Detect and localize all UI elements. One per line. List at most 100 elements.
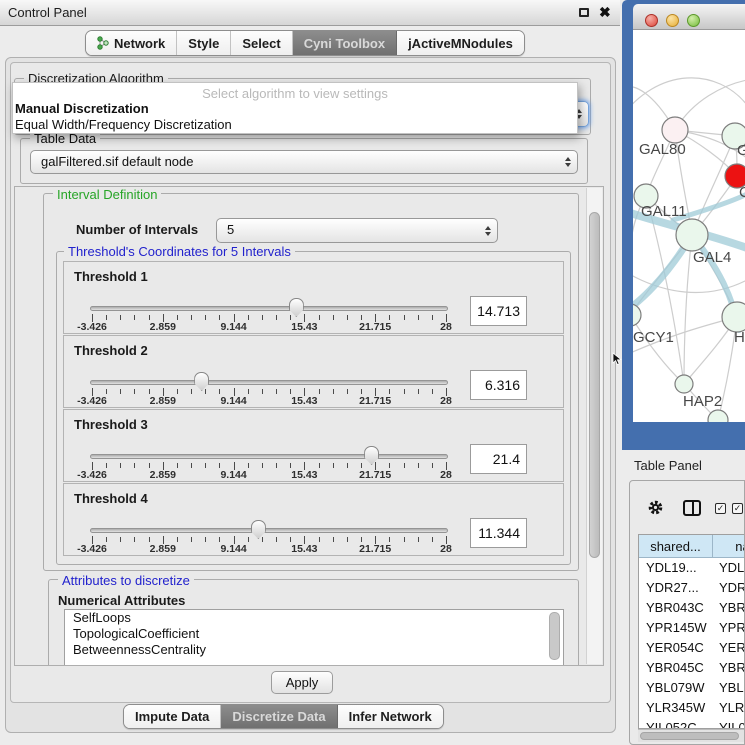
combo-stepper-icon xyxy=(485,226,491,236)
minor-tick xyxy=(134,315,135,320)
bottom-tab-impute-data[interactable]: Impute Data xyxy=(124,705,221,728)
node-hap2[interactable] xyxy=(675,375,693,393)
minor-tick xyxy=(290,315,291,320)
threshold-value-field[interactable]: 6.316 xyxy=(470,370,527,400)
table-row[interactable]: YIL052CYIL0 xyxy=(639,718,745,729)
zoom-traffic-light-icon[interactable] xyxy=(687,14,700,27)
minor-tick xyxy=(432,315,433,320)
vertical-scrollbar-track[interactable] xyxy=(586,188,602,664)
table-data-combobox[interactable]: galFiltered.sif default node xyxy=(30,150,578,174)
table-row[interactable]: YDR27...YDR2 xyxy=(639,578,745,598)
threshold-value-field[interactable]: 21.4 xyxy=(470,444,527,474)
minor-tick xyxy=(432,463,433,468)
minor-tick xyxy=(262,315,263,320)
table-data-selected-value: galFiltered.sif default node xyxy=(41,151,193,173)
table-row[interactable]: YDL19...YDL1 xyxy=(639,558,745,578)
algorithm-popup-hint: Select algorithm to view settings xyxy=(13,83,577,101)
horizontal-scrollbar-thumb[interactable] xyxy=(640,732,739,740)
tick-label: 2.859 xyxy=(150,469,176,481)
close-icon[interactable]: ✖ xyxy=(599,4,611,21)
minor-tick xyxy=(120,315,121,320)
threshold-slider-handle[interactable] xyxy=(251,520,266,539)
threshold-slider-track[interactable] xyxy=(90,306,448,311)
minor-tick xyxy=(149,537,150,542)
threshold-value-field[interactable]: 11.344 xyxy=(470,518,527,548)
attribute-item-topologicalcoefficient[interactable]: TopologicalCoefficient xyxy=(65,626,563,642)
table-row[interactable]: YBL079WYBL0 xyxy=(639,678,745,698)
table-row[interactable]: YBR043CYBR0 xyxy=(639,598,745,618)
column-header-shared[interactable]: shared... xyxy=(639,535,713,558)
cell-shared-name: YER054C xyxy=(639,638,713,658)
minor-tick xyxy=(418,537,419,542)
threshold-label: Threshold 4 xyxy=(74,491,148,506)
columns-icon[interactable] xyxy=(683,500,701,516)
minor-tick xyxy=(205,389,206,394)
minimize-traffic-light-icon[interactable] xyxy=(666,14,679,27)
cell-shared-name: YPR145W xyxy=(639,618,713,638)
attribute-item-betweennesscentrality[interactable]: BetweennessCentrality xyxy=(65,642,563,658)
algorithm-option-equal-width-frequency-discretization[interactable]: Equal Width/Frequency Discretization xyxy=(13,117,577,133)
minor-tick xyxy=(333,463,334,468)
node-gal4[interactable] xyxy=(676,219,708,251)
tick-label: 2.859 xyxy=(150,321,176,333)
node-bottom[interactable] xyxy=(708,410,728,422)
checkbox-icon[interactable]: ✓ xyxy=(715,503,726,514)
minor-tick xyxy=(219,315,220,320)
tab-network[interactable]: Network xyxy=(86,31,177,55)
tick-label: 28 xyxy=(440,543,452,555)
cell-name: YBR0 xyxy=(713,658,745,678)
threshold-slider-track[interactable] xyxy=(90,454,448,459)
network-window-titlebar[interactable] xyxy=(633,4,745,30)
apply-button[interactable]: Apply xyxy=(271,671,333,694)
node-h[interactable] xyxy=(722,302,745,332)
tab-cyni-toolbox[interactable]: Cyni Toolbox xyxy=(293,31,397,55)
minor-tick xyxy=(262,537,263,542)
cell-name: YPR1 xyxy=(713,618,745,638)
threshold-slider-track[interactable] xyxy=(90,380,448,385)
minor-tick xyxy=(404,389,405,394)
numerical-attributes-list: SelfLoopsTopologicalCoefficientBetweenne… xyxy=(64,609,564,666)
bottom-tab-discretize-data[interactable]: Discretize Data xyxy=(221,705,337,728)
algorithm-option-manual-discretization[interactable]: Manual Discretization xyxy=(13,101,577,117)
float-window-icon[interactable] xyxy=(579,8,589,17)
gear-icon[interactable] xyxy=(647,499,664,516)
minor-tick xyxy=(262,463,263,468)
checkbox-icon[interactable]: ✓ xyxy=(732,503,743,514)
tab-label: jActiveMNodules xyxy=(408,36,513,51)
close-traffic-light-icon[interactable] xyxy=(645,14,658,27)
minor-tick xyxy=(389,537,390,542)
horizontal-scrollbar-track[interactable] xyxy=(638,729,745,742)
attribute-item-selfloops[interactable]: SelfLoops xyxy=(65,610,563,626)
threshold-slider-handle[interactable] xyxy=(364,446,379,465)
threshold-slider-handle[interactable] xyxy=(194,372,209,391)
table-row[interactable]: YER054CYER0 xyxy=(639,638,745,658)
column-header-name[interactable]: na xyxy=(713,535,745,558)
node-label: GA xyxy=(737,142,745,159)
number-of-intervals-combobox[interactable]: 5 xyxy=(216,218,498,243)
table-row[interactable]: YPR145WYPR1 xyxy=(639,618,745,638)
bottom-tab-infer-network[interactable]: Infer Network xyxy=(338,705,443,728)
vertical-scrollbar-thumb[interactable] xyxy=(589,212,600,558)
node-gcy1[interactable] xyxy=(633,304,641,326)
cell-name: YIL0 xyxy=(713,718,745,729)
node-gal80[interactable] xyxy=(662,117,688,143)
table-row[interactable]: YBR045CYBR0 xyxy=(639,658,745,678)
tab-style[interactable]: Style xyxy=(177,31,231,55)
bottom-tab-bar: Impute DataDiscretize DataInfer Network xyxy=(123,704,444,729)
network-graph: GAL80 GAL11 GAL4 GCY1 HAP2 GA C H xyxy=(633,30,745,422)
tick-label: 21.715 xyxy=(359,395,391,407)
minor-tick xyxy=(134,537,135,542)
tick-label: 21.715 xyxy=(359,321,391,333)
table-row[interactable]: YLR345WYLR3 xyxy=(639,698,745,718)
tab-jactivemnodules[interactable]: jActiveMNodules xyxy=(397,31,524,55)
minor-tick xyxy=(432,537,433,542)
tick-label: 2.859 xyxy=(150,543,176,555)
list-scrollbar-thumb[interactable] xyxy=(549,612,560,660)
network-icon xyxy=(97,36,109,50)
network-view-canvas[interactable]: GAL80 GAL11 GAL4 GCY1 HAP2 GA C H xyxy=(633,30,745,422)
tab-select[interactable]: Select xyxy=(231,31,292,55)
number-of-intervals-value: 5 xyxy=(227,219,234,241)
threshold-value-field[interactable]: 14.713 xyxy=(470,296,527,326)
threshold-slider-track[interactable] xyxy=(90,528,448,533)
minor-tick xyxy=(333,537,334,542)
